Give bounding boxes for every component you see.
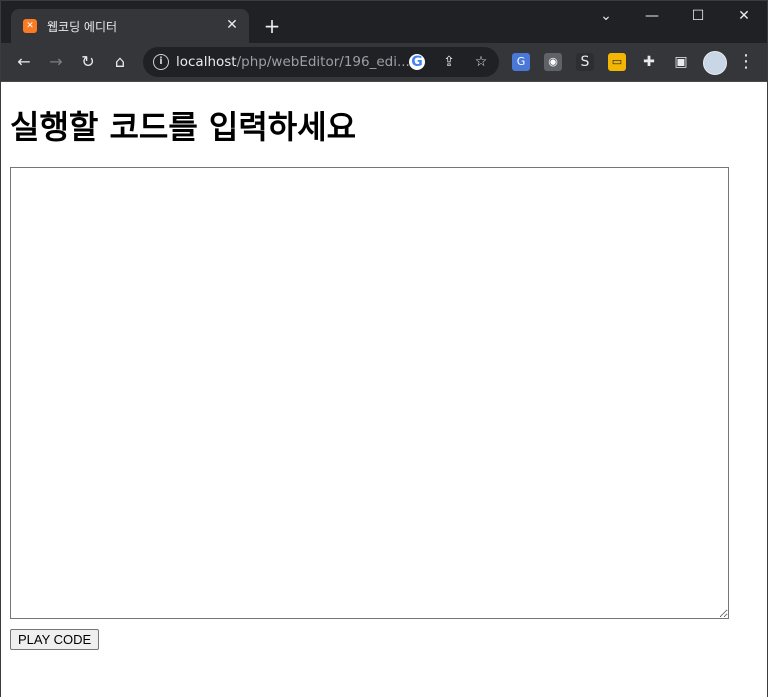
minimize-button[interactable]: — (629, 1, 675, 31)
s-extension-icon[interactable]: S (576, 53, 594, 71)
folder-extension-icon[interactable]: ▭ (608, 53, 626, 71)
avatar[interactable] (703, 51, 727, 75)
page-heading: 실행할 코드를 입력하세요 (10, 108, 357, 146)
url-text[interactable]: localhost/php/webEditor/196_edi... (176, 54, 410, 70)
address-bar[interactable]: i localhost/php/webEditor/196_edi... G ⇪… (143, 47, 499, 77)
close-window-button[interactable]: ✕ (721, 1, 767, 31)
browser-window: ✕ 웹코딩 에디터 ✕ + ⌄ — ☐ ✕ ← → ↻ ⌂ i localhos… (0, 0, 768, 697)
tab-title: 웹코딩 에디터 (47, 20, 118, 34)
forward-button[interactable]: → (44, 50, 68, 74)
tab-search-dropdown-icon[interactable]: ⌄ (583, 1, 629, 31)
bookmark-star-icon[interactable]: ☆ (471, 52, 491, 72)
maximize-button[interactable]: ☐ (675, 1, 721, 31)
camera-icon[interactable]: ◉ (544, 53, 562, 71)
tab-strip: ✕ 웹코딩 에디터 ✕ + ⌄ — ☐ ✕ (1, 1, 767, 43)
tab-active[interactable]: ✕ 웹코딩 에디터 ✕ (11, 9, 249, 43)
share-icon[interactable]: ⇪ (439, 52, 459, 72)
home-button[interactable]: ⌂ (108, 50, 132, 74)
back-button[interactable]: ← (12, 50, 36, 74)
browser-toolbar: ← → ↻ ⌂ i localhost/php/webEditor/196_ed… (1, 43, 767, 82)
site-info-icon[interactable]: i (153, 54, 169, 70)
url-host: localhost (176, 54, 237, 70)
menu-kebab-icon[interactable]: ⋮ (734, 50, 758, 74)
google-lens-icon[interactable]: G (409, 54, 425, 70)
puzzle-icon[interactable]: ✚ (640, 53, 658, 71)
tab-close-icon[interactable]: ✕ (223, 16, 241, 34)
new-tab-button[interactable]: + (261, 15, 283, 37)
url-path: /php/webEditor/196_edi... (236, 54, 410, 70)
sidepanel-icon[interactable]: ▣ (672, 53, 690, 71)
translate-icon[interactable]: G (512, 53, 530, 71)
code-input[interactable] (10, 167, 729, 619)
page-content: 실행할 코드를 입력하세요 PLAY CODE (1, 82, 767, 697)
play-code-button[interactable]: PLAY CODE (10, 629, 100, 650)
reload-button[interactable]: ↻ (76, 50, 100, 74)
xampp-icon: ✕ (23, 19, 37, 33)
